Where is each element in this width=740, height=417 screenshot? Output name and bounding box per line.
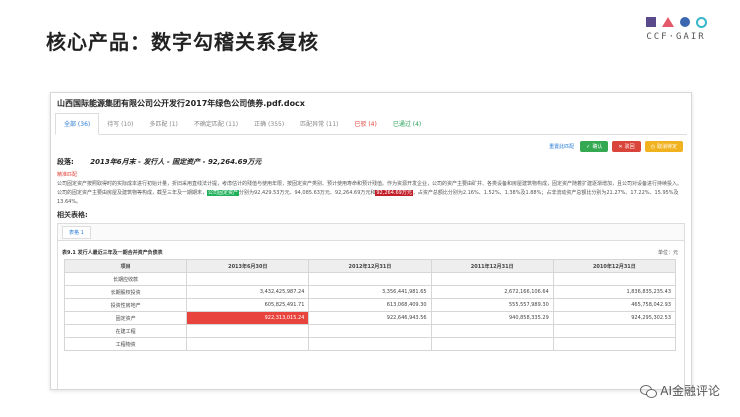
- row-label: 在建工程: [63, 324, 188, 338]
- tab-2[interactable]: 多匹配 (1): [141, 119, 185, 134]
- table-cell: [552, 337, 677, 351]
- document-panel: 山西国际能源集团有限公司公开发行2017年绿色公司债券.pdf.docx 全部 …: [50, 92, 692, 390]
- wechat-icon: [640, 384, 658, 398]
- column-header: 2012年12月31日: [308, 259, 432, 273]
- table-cell: [552, 324, 677, 338]
- filter-tabs: 全部 (36) 待写 (10) 多匹配 (1) 不确定匹配 (11) 正确 (355) 匹…: [55, 112, 687, 135]
- brand-logo: CCF·GAIR: [640, 16, 712, 42]
- table-caption: 表9.1 发行人最近三年及一期合并资产负债表: [62, 250, 163, 256]
- column-header: 2010年12月31日: [552, 259, 677, 273]
- table-cell: 3,356,441,981.65: [308, 285, 432, 299]
- tab-5[interactable]: 匹配异常 (11): [292, 119, 346, 134]
- tab-3[interactable]: 不确定匹配 (11): [186, 119, 246, 134]
- table-cell: [186, 337, 310, 351]
- table-cell: [308, 337, 432, 351]
- column-header: 2011年12月31日: [430, 259, 554, 273]
- table-cell: 940,858,335.29: [430, 311, 554, 325]
- approve-label: 确认: [592, 144, 603, 150]
- highlight-green[interactable]: 公司固定资产: [207, 190, 240, 196]
- tab-1[interactable]: 待写 (10): [99, 119, 141, 134]
- slide-title: 核心产品：数字勾稽关系复核: [46, 30, 319, 54]
- table-cell: [186, 324, 310, 338]
- table-unit: 单位：元: [657, 250, 678, 256]
- triangle-icon: [661, 17, 674, 27]
- cancel-label: 取消待定: [656, 144, 677, 150]
- table-cell: 605,825,491.71: [186, 298, 310, 312]
- tab-6[interactable]: 已驳 (4): [346, 119, 384, 134]
- tab-7[interactable]: 已通过 (4): [385, 119, 429, 134]
- table-cell: 2,672,166,106.64: [430, 285, 554, 299]
- table-cell: [308, 324, 432, 338]
- column-header: 2013年6月30日: [186, 259, 310, 273]
- paragraph-text: 公司固定资产按照取得时的实际成本进行初始计量，折旧采用直线法计提，考虑估计的残值…: [57, 180, 683, 207]
- row-label: 长期应收款: [63, 272, 188, 286]
- highlighted-cell[interactable]: 922,313,015.24: [186, 311, 310, 325]
- table-row: 投资性房地产 605,825,491.71 613,068,409.30 555,55…: [63, 298, 677, 312]
- circle-icon: [679, 17, 690, 27]
- table-row: 在建工程: [63, 324, 677, 338]
- check-icon: ✓: [586, 143, 591, 150]
- table-cell: [430, 272, 554, 286]
- table-header-row: 项目 2013年6月30日 2012年12月31日 2011年12月31日 2010年1…: [63, 259, 677, 273]
- column-header: 项目: [63, 259, 188, 273]
- paragraph-label: 段落:: [57, 158, 74, 166]
- close-icon: ✕: [618, 143, 623, 150]
- table-cell: [308, 272, 432, 286]
- table-cell: 555,557,989.30: [430, 298, 554, 312]
- table-cell: 613,068,409.30: [308, 298, 432, 312]
- brand-shapes: [640, 16, 712, 28]
- row-label: 投资性房地产: [63, 298, 188, 312]
- document-title: 山西国际能源集团有限公司公开发行2017年绿色公司债券.pdf.docx: [57, 99, 305, 108]
- action-bar: 重置此匹配 ✓ 确认 ✕ 驳回 ◷ 取消待定: [549, 141, 683, 152]
- row-label: 固定资产: [63, 311, 188, 325]
- related-table-panel: 表格 1 表9.1 发行人最近三年及一期合并资产负债表 单位：元 项目 2013年…: [57, 223, 685, 389]
- watermark: AI金融评论: [640, 382, 720, 399]
- row-label: 工程物资: [63, 337, 188, 351]
- table-body: 长期应收款 长期股权投资 3,432,425,987.24 3,356,441,981…: [63, 272, 677, 351]
- table-cell: [430, 324, 554, 338]
- table-tab[interactable]: 表格 1: [62, 225, 91, 239]
- approve-button[interactable]: ✓ 确认: [580, 141, 609, 152]
- table-cell: 465,758,042.93: [552, 298, 677, 312]
- paragraph-text-middle: 分别为92,429.53万元、94,085.63万元、92,264.69万元和: [239, 190, 376, 196]
- highlight-red[interactable]: 92,264.69万元: [375, 190, 413, 196]
- tab-0[interactable]: 全部 (36): [55, 113, 100, 135]
- related-tables-label: 相关表格:: [57, 211, 88, 219]
- row-label: 长期股权投资: [63, 285, 188, 299]
- table-cell: 3,432,425,987.24: [186, 285, 310, 299]
- table-row: 工程物资: [63, 337, 677, 351]
- table-caption-row: 表9.1 发行人最近三年及一期合并资产负债表 单位：元: [58, 247, 684, 259]
- paragraph-meta: 2013年6月末 - 发行人 - 固定资产 - 92,264.69万元: [90, 158, 262, 166]
- tab-4[interactable]: 正确 (355): [246, 119, 292, 134]
- balance-sheet-table: 项目 2013年6月30日 2012年12月31日 2011年12月31日 2010年1…: [63, 259, 677, 351]
- table-cell: 1,836,835,235.43: [552, 285, 677, 299]
- brand-name: CCF·GAIR: [646, 32, 706, 42]
- match-mark: 精准匹配: [57, 172, 78, 178]
- paragraph-header: 段落: 2013年6月末 - 发行人 - 固定资产 - 92,264.69万元: [57, 157, 261, 167]
- table-cell: 924,295,302.53: [552, 311, 677, 325]
- cancel-pending-button[interactable]: ◷ 取消待定: [644, 141, 683, 152]
- table-row: 固定资产 922,313,015.24 922,646,943.56 940,858,…: [63, 311, 677, 325]
- table-cell: 922,646,943.56: [308, 311, 432, 325]
- table-cell: [186, 272, 310, 286]
- ring-icon: [695, 16, 707, 28]
- reject-label: 驳回: [624, 144, 635, 150]
- watermark-text: AI金融评论: [660, 384, 720, 398]
- clock-icon: ◷: [650, 143, 655, 150]
- square-icon: [645, 17, 656, 27]
- reject-button[interactable]: ✕ 驳回: [612, 141, 641, 152]
- table-row: 长期应收款: [63, 272, 677, 286]
- table-cell: [430, 337, 554, 351]
- table-cell: [552, 272, 677, 286]
- table-tab-row: 表格 1: [58, 224, 684, 241]
- reset-match-link[interactable]: 重置此匹配: [549, 143, 574, 150]
- table-row: 长期股权投资 3,432,425,987.24 3,356,441,981.65 2,…: [63, 285, 677, 299]
